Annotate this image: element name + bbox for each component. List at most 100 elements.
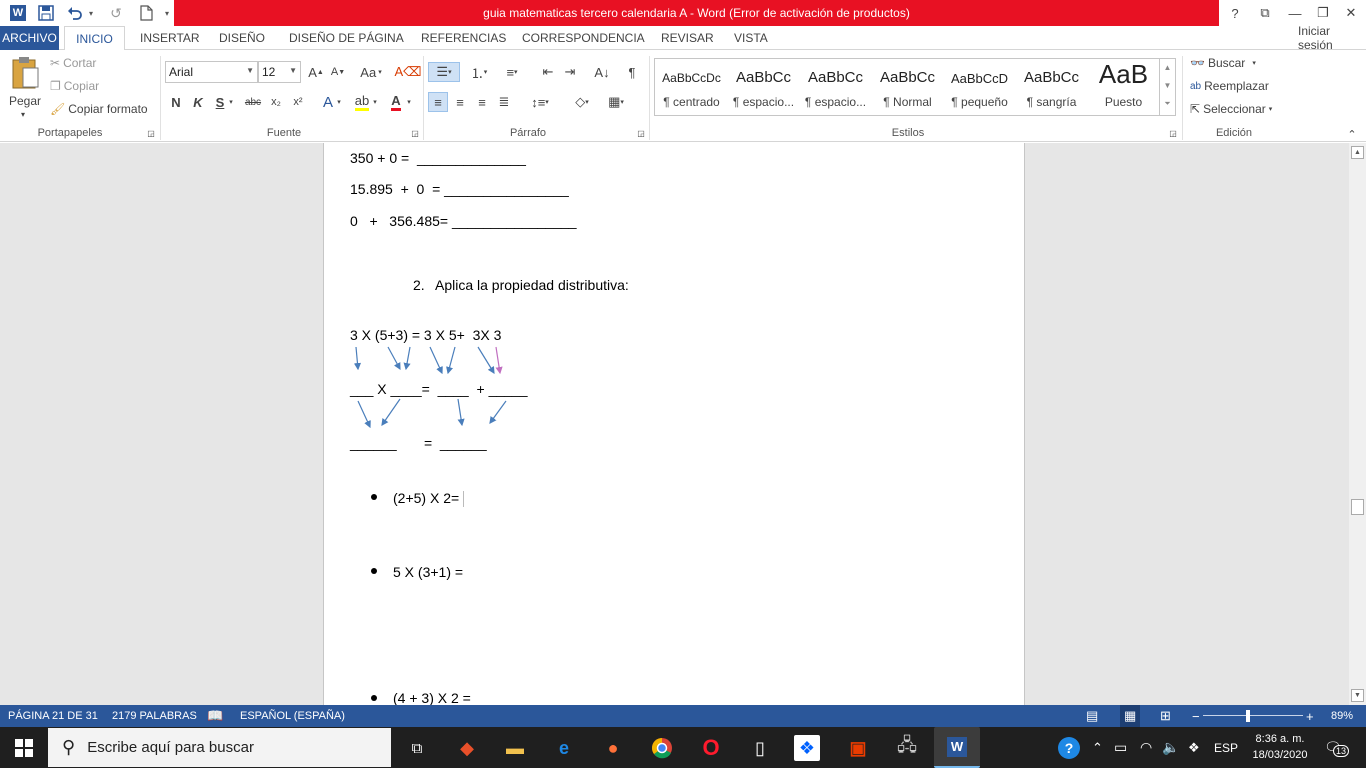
tab-revisar[interactable]: REVISAR <box>657 26 718 50</box>
style-espacio-1[interactable]: AaBbCc ¶ espacio... <box>728 59 799 115</box>
tab-archivo[interactable]: ARCHIVO <box>0 26 59 50</box>
style-puesto[interactable]: AaB Puesto <box>1088 59 1159 115</box>
zoom-out-icon[interactable]: − <box>1192 705 1200 727</box>
clock[interactable]: 8:36 a. m. 18/03/2020 <box>1248 731 1312 763</box>
clear-formatting-icon[interactable]: A⌫ <box>394 62 421 82</box>
input-language[interactable]: ESP <box>1214 727 1238 768</box>
underline-dropdown-icon[interactable]: ▾ <box>226 92 236 112</box>
document-area[interactable]: 350 + 0 = ______________ 15.895 + 0 = __… <box>0 143 1366 705</box>
page-count[interactable]: PÁGINA 21 DE 31 <box>8 705 98 727</box>
ribbon-display-options-button[interactable]: ⧉ <box>1250 0 1280 26</box>
customize-qat-icon[interactable]: ▾ <box>161 3 173 23</box>
styles-launcher-icon[interactable]: ◲ <box>1166 126 1180 140</box>
word-app-icon[interactable]: W <box>8 3 28 23</box>
volume-icon[interactable]: 🔈 <box>1162 727 1179 768</box>
taskbar-search[interactable]: ⚲ Escribe aquí para buscar <box>48 728 391 767</box>
find-button[interactable]: 👓 Buscar ▾ <box>1190 56 1256 70</box>
doc-line[interactable]: ______ = ______ <box>350 435 487 451</box>
wifi-icon[interactable]: ◠ <box>1140 727 1152 768</box>
battery-icon[interactable]: ▭ <box>1114 727 1127 768</box>
chrome-icon[interactable] <box>647 733 677 763</box>
dropbox-tray-icon[interactable]: ❖ <box>1188 727 1200 768</box>
ccleaner-icon[interactable]: ◆ <box>452 733 482 763</box>
styles-scroll-down-icon[interactable]: ▼ <box>1160 77 1175 95</box>
print-layout-icon[interactable]: ▦ <box>1120 705 1141 727</box>
task-view-icon[interactable]: ⧉ <box>402 733 432 763</box>
opera-icon[interactable]: O <box>696 733 726 763</box>
doc-bullet-item[interactable]: 5 X (3+1) = <box>393 564 463 580</box>
superscript-button[interactable]: x² <box>288 92 308 112</box>
read-mode-icon[interactable]: ▤ <box>1086 705 1098 727</box>
numbering-button[interactable]: ⒈ ▾ <box>465 62 493 82</box>
vertical-scrollbar[interactable]: ▲ ▼ <box>1349 143 1366 705</box>
scroll-down-icon[interactable]: ▼ <box>1351 689 1364 702</box>
word-taskbar-icon[interactable]: W <box>934 727 980 768</box>
replace-button[interactable]: ab Reemplazar <box>1190 79 1269 93</box>
align-center-icon[interactable]: ≡ <box>450 92 470 112</box>
doc-line[interactable]: 3 X (5+3) = 3 X 5+ 3X 3 <box>350 327 501 343</box>
zoom-slider[interactable] <box>1203 715 1303 716</box>
doc-line[interactable]: 0 + 356.485= ________________ <box>350 213 577 229</box>
tab-diseno-de-pagina[interactable]: DISEÑO DE PÁGINA <box>285 26 408 50</box>
firefox-icon[interactable]: ● <box>598 733 628 763</box>
style-espacio-2[interactable]: AaBbCc ¶ espacio... <box>800 59 871 115</box>
help-tray-icon[interactable]: ? <box>1058 727 1080 768</box>
format-painter-button[interactable]: 🖌 Copiar formato <box>50 102 148 116</box>
undo-dropdown-icon[interactable]: ▾ <box>86 3 96 23</box>
text-effects-dropdown-icon[interactable]: ▾ <box>334 92 344 112</box>
shading-icon[interactable]: ◇ ▾ <box>568 92 596 112</box>
strikethrough-button[interactable]: abc <box>243 92 263 112</box>
font-color-dropdown-icon[interactable]: ▾ <box>404 92 414 112</box>
language-status[interactable]: ESPAÑOL (ESPAÑA) <box>240 705 345 727</box>
notifications-icon[interactable]: 🗨13 <box>1324 727 1350 768</box>
undo-icon[interactable] <box>64 3 86 23</box>
clipboard-launcher-icon[interactable]: ◲ <box>144 126 158 140</box>
new-document-icon[interactable] <box>136 3 156 23</box>
justify-icon[interactable]: ≣ <box>494 92 514 112</box>
tab-insertar[interactable]: INSERTAR <box>136 26 204 50</box>
close-button[interactable]: ✕ <box>1336 0 1366 26</box>
style-sangria[interactable]: AaBbCc ¶ sangría <box>1016 59 1087 115</box>
align-right-icon[interactable]: ≡ <box>472 92 492 112</box>
change-case-button[interactable]: Aa ▾ <box>356 62 386 82</box>
restore-button[interactable]: ❐ <box>1308 0 1338 26</box>
collapse-ribbon-icon[interactable]: ⌃ <box>1342 124 1362 144</box>
zoom-slider-thumb[interactable] <box>1246 710 1250 722</box>
style-pequeno[interactable]: AaBbCcD ¶ pequeño <box>944 59 1015 115</box>
font-name-combo[interactable]: Arial ▼ <box>165 61 258 83</box>
document-icon[interactable]: ▯ <box>745 733 775 763</box>
line-spacing-icon[interactable]: ↕≡ ▾ <box>526 92 554 112</box>
dropbox-icon[interactable]: ❖ <box>794 735 820 761</box>
show-hidden-icons[interactable]: ⌃ <box>1092 727 1103 768</box>
doc-line[interactable]: ___ X ____= ____ + _____ <box>350 381 528 397</box>
font-color-icon[interactable]: A <box>386 92 406 112</box>
bold-button[interactable]: N <box>166 92 186 112</box>
paragraph-launcher-icon[interactable]: ◲ <box>634 126 648 140</box>
tab-inicio[interactable]: INICIO <box>64 26 125 51</box>
word-count[interactable]: 2179 PALABRAS <box>112 705 197 727</box>
windows-start-icon[interactable] <box>9 733 39 763</box>
redo-icon[interactable]: ↺ <box>106 3 126 23</box>
styles-scroll-up-icon[interactable]: ▲ <box>1160 59 1175 77</box>
shrink-font-icon[interactable]: A ▼ <box>328 62 348 82</box>
zoom-level[interactable]: 89% <box>1331 705 1353 727</box>
zoom-in-icon[interactable]: + <box>1306 705 1314 727</box>
sign-in-link[interactable]: Iniciar sesión <box>1294 24 1366 52</box>
copy-button[interactable]: ❐ Copiar <box>50 79 99 93</box>
sort-icon[interactable]: A↓ <box>592 62 612 82</box>
multilevel-list-button[interactable]: ≡ ▾ <box>498 62 526 82</box>
network-app-icon[interactable]: 🖧 <box>892 733 922 763</box>
italic-button[interactable]: K <box>188 92 208 112</box>
doc-line[interactable]: 15.895 + 0 = ________________ <box>350 181 569 197</box>
doc-heading[interactable]: Aplica la propiedad distributiva: <box>435 277 629 293</box>
file-explorer-icon[interactable]: ▬ <box>500 733 530 763</box>
edge-icon[interactable]: e <box>549 733 579 763</box>
paste-button[interactable]: Pegar ▾ <box>6 54 44 122</box>
scroll-up-icon[interactable]: ▲ <box>1351 146 1364 159</box>
doc-bullet-item[interactable]: (2+5) X 2= <box>393 490 459 506</box>
cut-button[interactable]: ✂ Cortar <box>50 56 96 70</box>
tab-vista[interactable]: VISTA <box>730 26 772 50</box>
style-centrado[interactable]: AaBbCcDc ¶ centrado <box>656 59 727 115</box>
highlight-dropdown-icon[interactable]: ▾ <box>370 92 380 112</box>
web-layout-icon[interactable]: ⊞ <box>1160 705 1171 727</box>
